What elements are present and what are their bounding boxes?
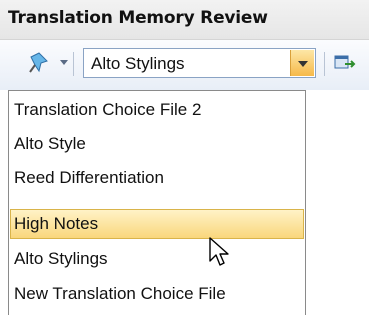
combo-dropdown-button[interactable] (290, 50, 314, 76)
toolbar-separator (324, 52, 325, 76)
menu-item-hovered[interactable]: High Notes (10, 209, 304, 239)
menu-item[interactable]: New Translation Choice File (10, 279, 304, 309)
menu-item[interactable]: Reed Differentiation (10, 163, 304, 193)
menu-item[interactable]: Alto Stylings (10, 244, 304, 274)
chevron-down-icon[interactable] (60, 60, 68, 65)
panel-title: Translation Memory Review (8, 8, 268, 28)
pin-button[interactable] (26, 50, 52, 76)
pin-icon (29, 52, 48, 73)
menu-item[interactable]: Alto Style (10, 129, 304, 159)
translation-choice-combo[interactable]: Alto Stylings (83, 48, 316, 78)
combo-value: Alto Stylings (91, 54, 185, 73)
export-button[interactable] (332, 50, 358, 76)
menu-item[interactable]: Translation Choice File 2 (10, 95, 304, 125)
toolbar-separator (73, 52, 74, 76)
mouse-cursor-icon (209, 237, 229, 266)
dropdown-menu: Translation Choice File 2 Alto Style Ree… (8, 90, 306, 315)
toolbar: Alto Stylings (0, 40, 369, 90)
export-icon (334, 55, 356, 69)
panel-title-bar: Translation Memory Review (0, 0, 369, 40)
